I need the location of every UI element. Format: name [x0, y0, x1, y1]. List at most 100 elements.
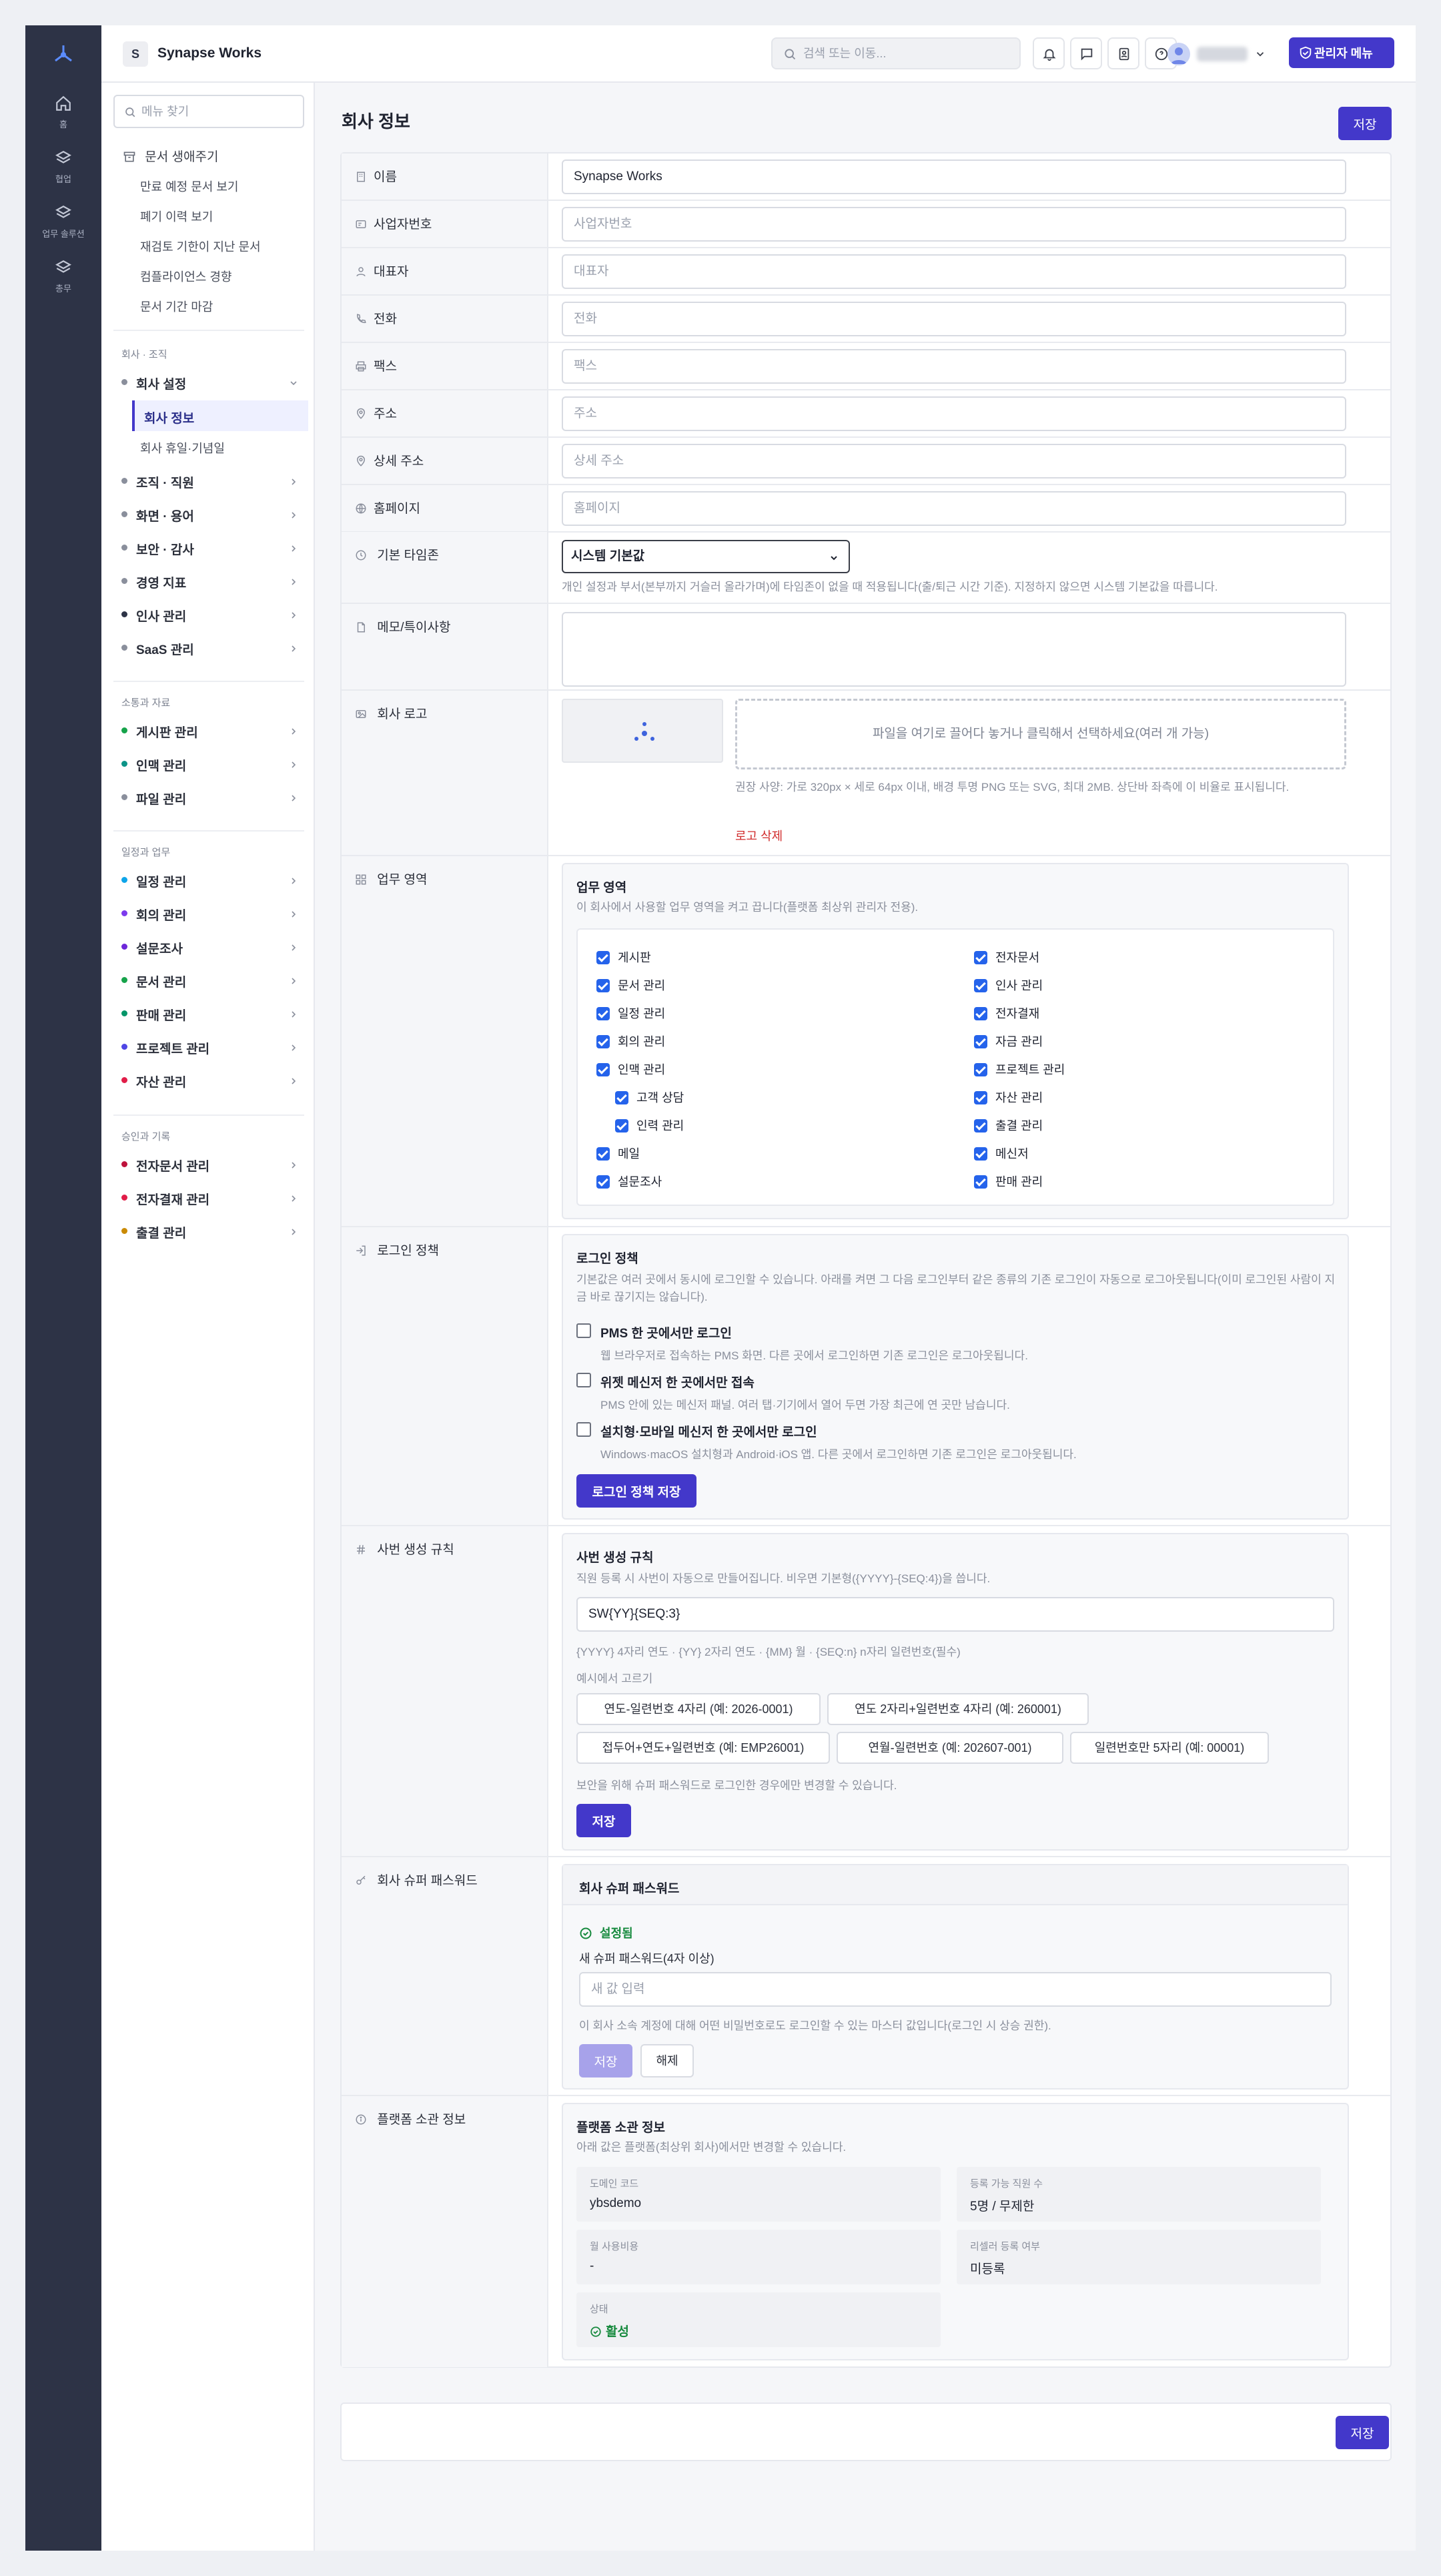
form-field-input[interactable]: [562, 491, 1346, 526]
form-field-input[interactable]: [562, 159, 1346, 194]
user-menu[interactable]: [1167, 40, 1268, 69]
timezone-select[interactable]: 시스템 기본값: [562, 540, 850, 573]
example-year-seq4[interactable]: 연도-일련번호 4자리 (예: 2026-0001): [576, 1693, 821, 1725]
module-toggle[interactable]: 출결 관리: [974, 1116, 1043, 1134]
widget-messenger-single-checkbox[interactable]: [576, 1373, 591, 1387]
sidebar-sub-overdue-review[interactable]: 재검토 기한이 지난 문서: [140, 238, 261, 255]
rail-item-general[interactable]: 총무: [25, 259, 101, 294]
sidebar-item[interactable]: 문서 관리: [121, 969, 306, 992]
form-field-input[interactable]: [562, 254, 1346, 289]
example-seq5[interactable]: 일련번호만 5자리 (예: 00001): [1070, 1732, 1269, 1764]
form-row: 팩스: [342, 343, 1390, 390]
form-field-input[interactable]: [562, 349, 1346, 384]
example-yearmonth-seq[interactable]: 연월-일련번호 (예: 202607-001): [837, 1732, 1063, 1764]
example-prefix-year-seq[interactable]: 접두어+연도+일련번호 (예: EMP26001): [576, 1732, 830, 1764]
sidebar-item[interactable]: 게시판 관리: [121, 719, 306, 742]
sidebar-item[interactable]: 전자결재 관리: [121, 1187, 306, 1209]
native-messenger-single-checkbox[interactable]: [576, 1422, 591, 1437]
admin-menu-button[interactable]: 관리자 메뉴: [1289, 37, 1394, 68]
save-empno-button[interactable]: 저장: [576, 1804, 631, 1837]
checkbox-checked-icon: [615, 1119, 628, 1133]
sidebar-item[interactable]: 파일 관리: [121, 786, 306, 809]
module-toggle[interactable]: 자금 관리: [974, 1032, 1043, 1050]
clear-super-password-button[interactable]: 해제: [640, 2044, 694, 2077]
module-toggle[interactable]: 전자결재: [974, 1004, 1039, 1022]
sidebar-sub-compliance[interactable]: 컴플라이언스 경향: [140, 268, 231, 285]
sidebar-section-approval: 승인과 기록: [121, 1131, 171, 1143]
sidebar-item[interactable]: 출결 관리: [121, 1220, 306, 1243]
module-toggle[interactable]: 인사 관리: [974, 976, 1043, 994]
layers-icon: [55, 260, 71, 273]
module-toggle[interactable]: 인맥 관리: [596, 1060, 665, 1078]
sidebar-item[interactable]: 보안 · 감사: [121, 537, 306, 559]
module-toggle[interactable]: 프로젝트 관리: [974, 1060, 1065, 1078]
menu-search[interactable]: [113, 95, 304, 128]
module-toggle[interactable]: 일정 관리: [596, 1004, 665, 1022]
module-toggle[interactable]: 메일: [596, 1145, 640, 1162]
global-search-input[interactable]: [803, 44, 1010, 63]
form-field-input[interactable]: [562, 207, 1346, 242]
memo-textarea[interactable]: [562, 612, 1346, 687]
save-login-policy-button[interactable]: 로그인 정책 저장: [576, 1474, 696, 1508]
sidebar-item[interactable]: 조직 · 직원: [121, 470, 306, 493]
save-button-bottom[interactable]: 저장: [1336, 2416, 1389, 2449]
module-toggle[interactable]: 인력 관리: [615, 1116, 684, 1134]
sidebar-item[interactable]: 경영 지표: [121, 570, 306, 593]
super-password-input[interactable]: [579, 1972, 1332, 2007]
sidebar-item[interactable]: 전자문서 관리: [121, 1153, 306, 1176]
sidebar-sub-disposal[interactable]: 폐기 이력 보기: [140, 208, 213, 225]
sidebar-item[interactable]: 인사 관리: [121, 603, 306, 626]
sidebar-item[interactable]: 회의 관리: [121, 902, 306, 925]
sidebar-item-holidays[interactable]: 회사 휴일·기념일: [140, 439, 225, 456]
module-toggle[interactable]: 고객 상담: [615, 1088, 684, 1106]
delete-logo-link[interactable]: 로고 삭제: [735, 827, 783, 844]
rail-item-collab[interactable]: 협업: [25, 149, 101, 185]
global-search[interactable]: [771, 37, 1021, 69]
module-toggle[interactable]: 전자문서: [974, 948, 1039, 966]
sidebar-item-company-info[interactable]: 회사 정보: [132, 400, 308, 431]
messages-button[interactable]: [1070, 37, 1102, 69]
module-toggle[interactable]: 회의 관리: [596, 1032, 665, 1050]
sidebar-section-company: 회사 · 조직: [121, 349, 167, 360]
chevron-right-icon: [292, 579, 296, 585]
module-toggle[interactable]: 판매 관리: [974, 1173, 1043, 1190]
form-field-input[interactable]: [562, 302, 1346, 336]
sidebar-item[interactable]: 판매 관리: [121, 1002, 306, 1025]
form-field-input[interactable]: [562, 444, 1346, 478]
module-toggle[interactable]: 메신저: [974, 1145, 1029, 1162]
save-super-password-button[interactable]: 저장: [579, 2044, 632, 2077]
form-row: 대표자: [342, 248, 1390, 296]
sidebar-item[interactable]: 일정 관리: [121, 869, 306, 892]
sidebar-item[interactable]: 프로젝트 관리: [121, 1036, 306, 1058]
rail-item-solutions[interactable]: 업무 솔루션: [25, 204, 101, 240]
sidebar-item[interactable]: SaaS 관리: [121, 637, 306, 659]
module-toggle[interactable]: 문서 관리: [596, 976, 665, 994]
check-circle-icon: [590, 2326, 601, 2337]
app-logo-icon[interactable]: [50, 40, 77, 67]
form-field-input[interactable]: [562, 396, 1346, 431]
logo-dropzone[interactable]: 파일을 여기로 끌어다 놓거나 클릭해서 선택하세요(여러 개 가능): [735, 699, 1346, 769]
checkbox-checked-icon: [974, 1091, 987, 1104]
save-button-top[interactable]: 저장: [1338, 107, 1392, 140]
contacts-button[interactable]: [1107, 37, 1139, 69]
menu-search-input[interactable]: [141, 103, 295, 120]
sidebar-sub-expiring[interactable]: 만료 예정 문서 보기: [140, 178, 238, 195]
sidebar-item[interactable]: 인맥 관리: [121, 753, 306, 775]
sidebar-item[interactable]: 자산 관리: [121, 1069, 306, 1092]
grid-icon: [356, 874, 366, 885]
example-yy-seq4[interactable]: 연도 2자리+일련번호 4자리 (예: 260001): [827, 1693, 1089, 1725]
sidebar-sub-period-close[interactable]: 문서 기간 마감: [140, 298, 213, 315]
module-toggle[interactable]: 게시판: [596, 948, 651, 966]
rail-item-home[interactable]: 홈: [25, 95, 101, 130]
status-dot: [121, 944, 127, 950]
pms-single-login-checkbox[interactable]: [576, 1323, 591, 1338]
sidebar-item-doc-lifecycle[interactable]: 문서 생애주기: [123, 147, 218, 165]
module-toggle[interactable]: 설문조사: [596, 1173, 662, 1190]
sidebar-item[interactable]: 화면 · 용어: [121, 503, 306, 526]
icon-rail: 홈 협업 업무 솔루션 총무: [25, 25, 101, 2551]
empno-pattern-input[interactable]: [576, 1597, 1334, 1632]
sidebar-item-company-settings[interactable]: 회사 설정: [121, 371, 306, 394]
sidebar-item[interactable]: 설문조사: [121, 936, 306, 958]
notifications-button[interactable]: [1033, 37, 1065, 69]
module-toggle[interactable]: 자산 관리: [974, 1088, 1043, 1106]
